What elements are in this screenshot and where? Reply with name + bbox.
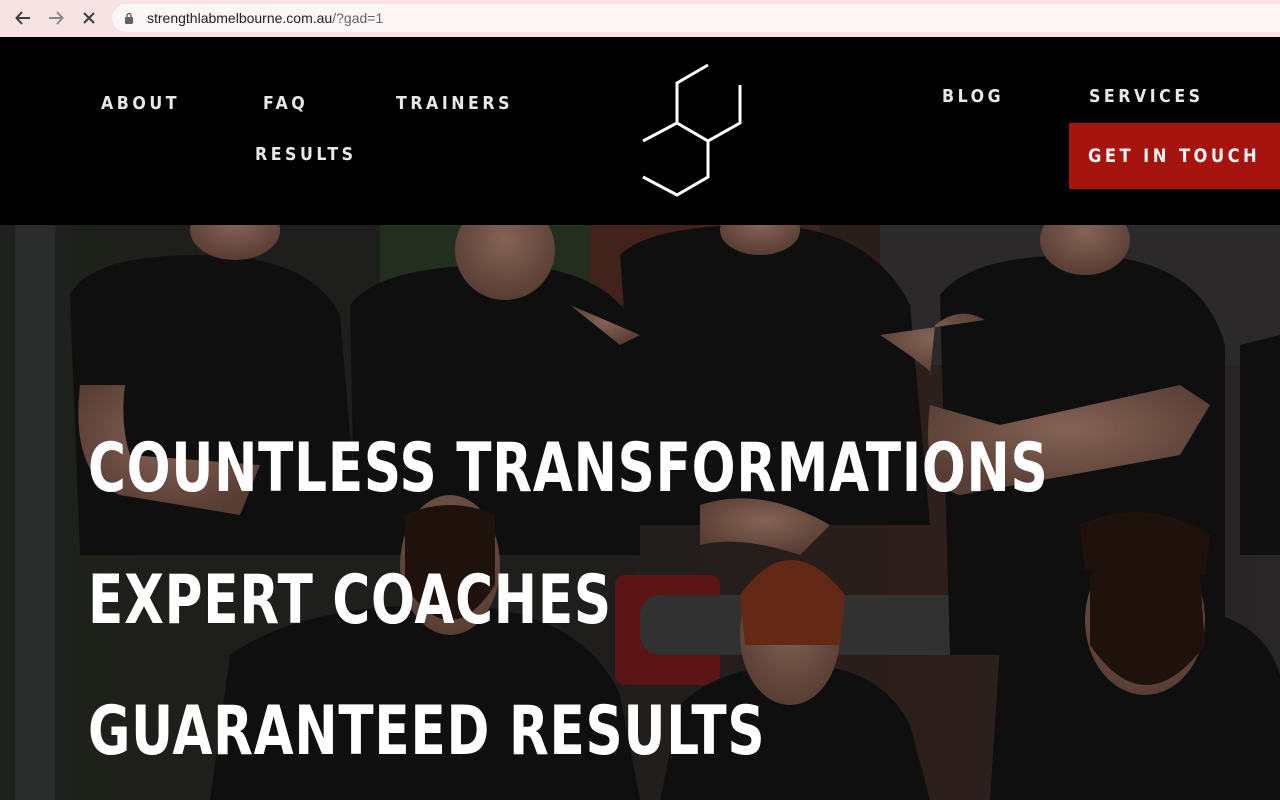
site-logo[interactable]: [640, 63, 746, 202]
headline-line-3: GUARANTEED RESULTS: [88, 692, 766, 771]
back-button[interactable]: [8, 3, 38, 33]
forward-arrow-icon: [49, 11, 64, 25]
address-bar[interactable]: strengthlabmelbourne.com.au/?gad=1: [112, 4, 1280, 32]
get-in-touch-button[interactable]: GET IN TOUCH: [1069, 123, 1280, 189]
url-path: /?gad=1: [332, 10, 384, 26]
nav-results[interactable]: RESULTS: [255, 144, 357, 165]
hexagon-logo-icon: [642, 63, 742, 197]
url-host: strengthlabmelbourne.com.au: [147, 10, 333, 26]
browser-toolbar: strengthlabmelbourne.com.au/?gad=1: [0, 0, 1280, 37]
nav-trainers[interactable]: TRAINERS: [396, 93, 513, 114]
stop-loading-icon: [83, 12, 95, 24]
stop-loading-button[interactable]: [74, 3, 104, 33]
site-header: ABOUT FAQ TRAINERS RESULTS BLOG SERVICES…: [0, 37, 1280, 225]
lock-icon: [125, 12, 133, 24]
nav-about[interactable]: ABOUT: [101, 93, 180, 114]
back-arrow-icon: [15, 11, 30, 25]
forward-button[interactable]: [41, 3, 71, 33]
nav-faq[interactable]: FAQ: [263, 93, 308, 114]
url-text: strengthlabmelbourne.com.au/?gad=1: [147, 10, 383, 26]
nav-services[interactable]: SERVICES: [1089, 86, 1204, 107]
headline-line-2: EXPERT COACHES: [88, 561, 612, 640]
headline-line-1: COUNTLESS TRANSFORMATIONS: [88, 429, 1049, 508]
hero-section: COUNTLESS TRANSFORMATIONS EXPERT COACHES…: [0, 225, 1280, 800]
nav-blog[interactable]: BLOG: [942, 86, 1004, 107]
get-in-touch-label: GET IN TOUCH: [1088, 145, 1261, 167]
